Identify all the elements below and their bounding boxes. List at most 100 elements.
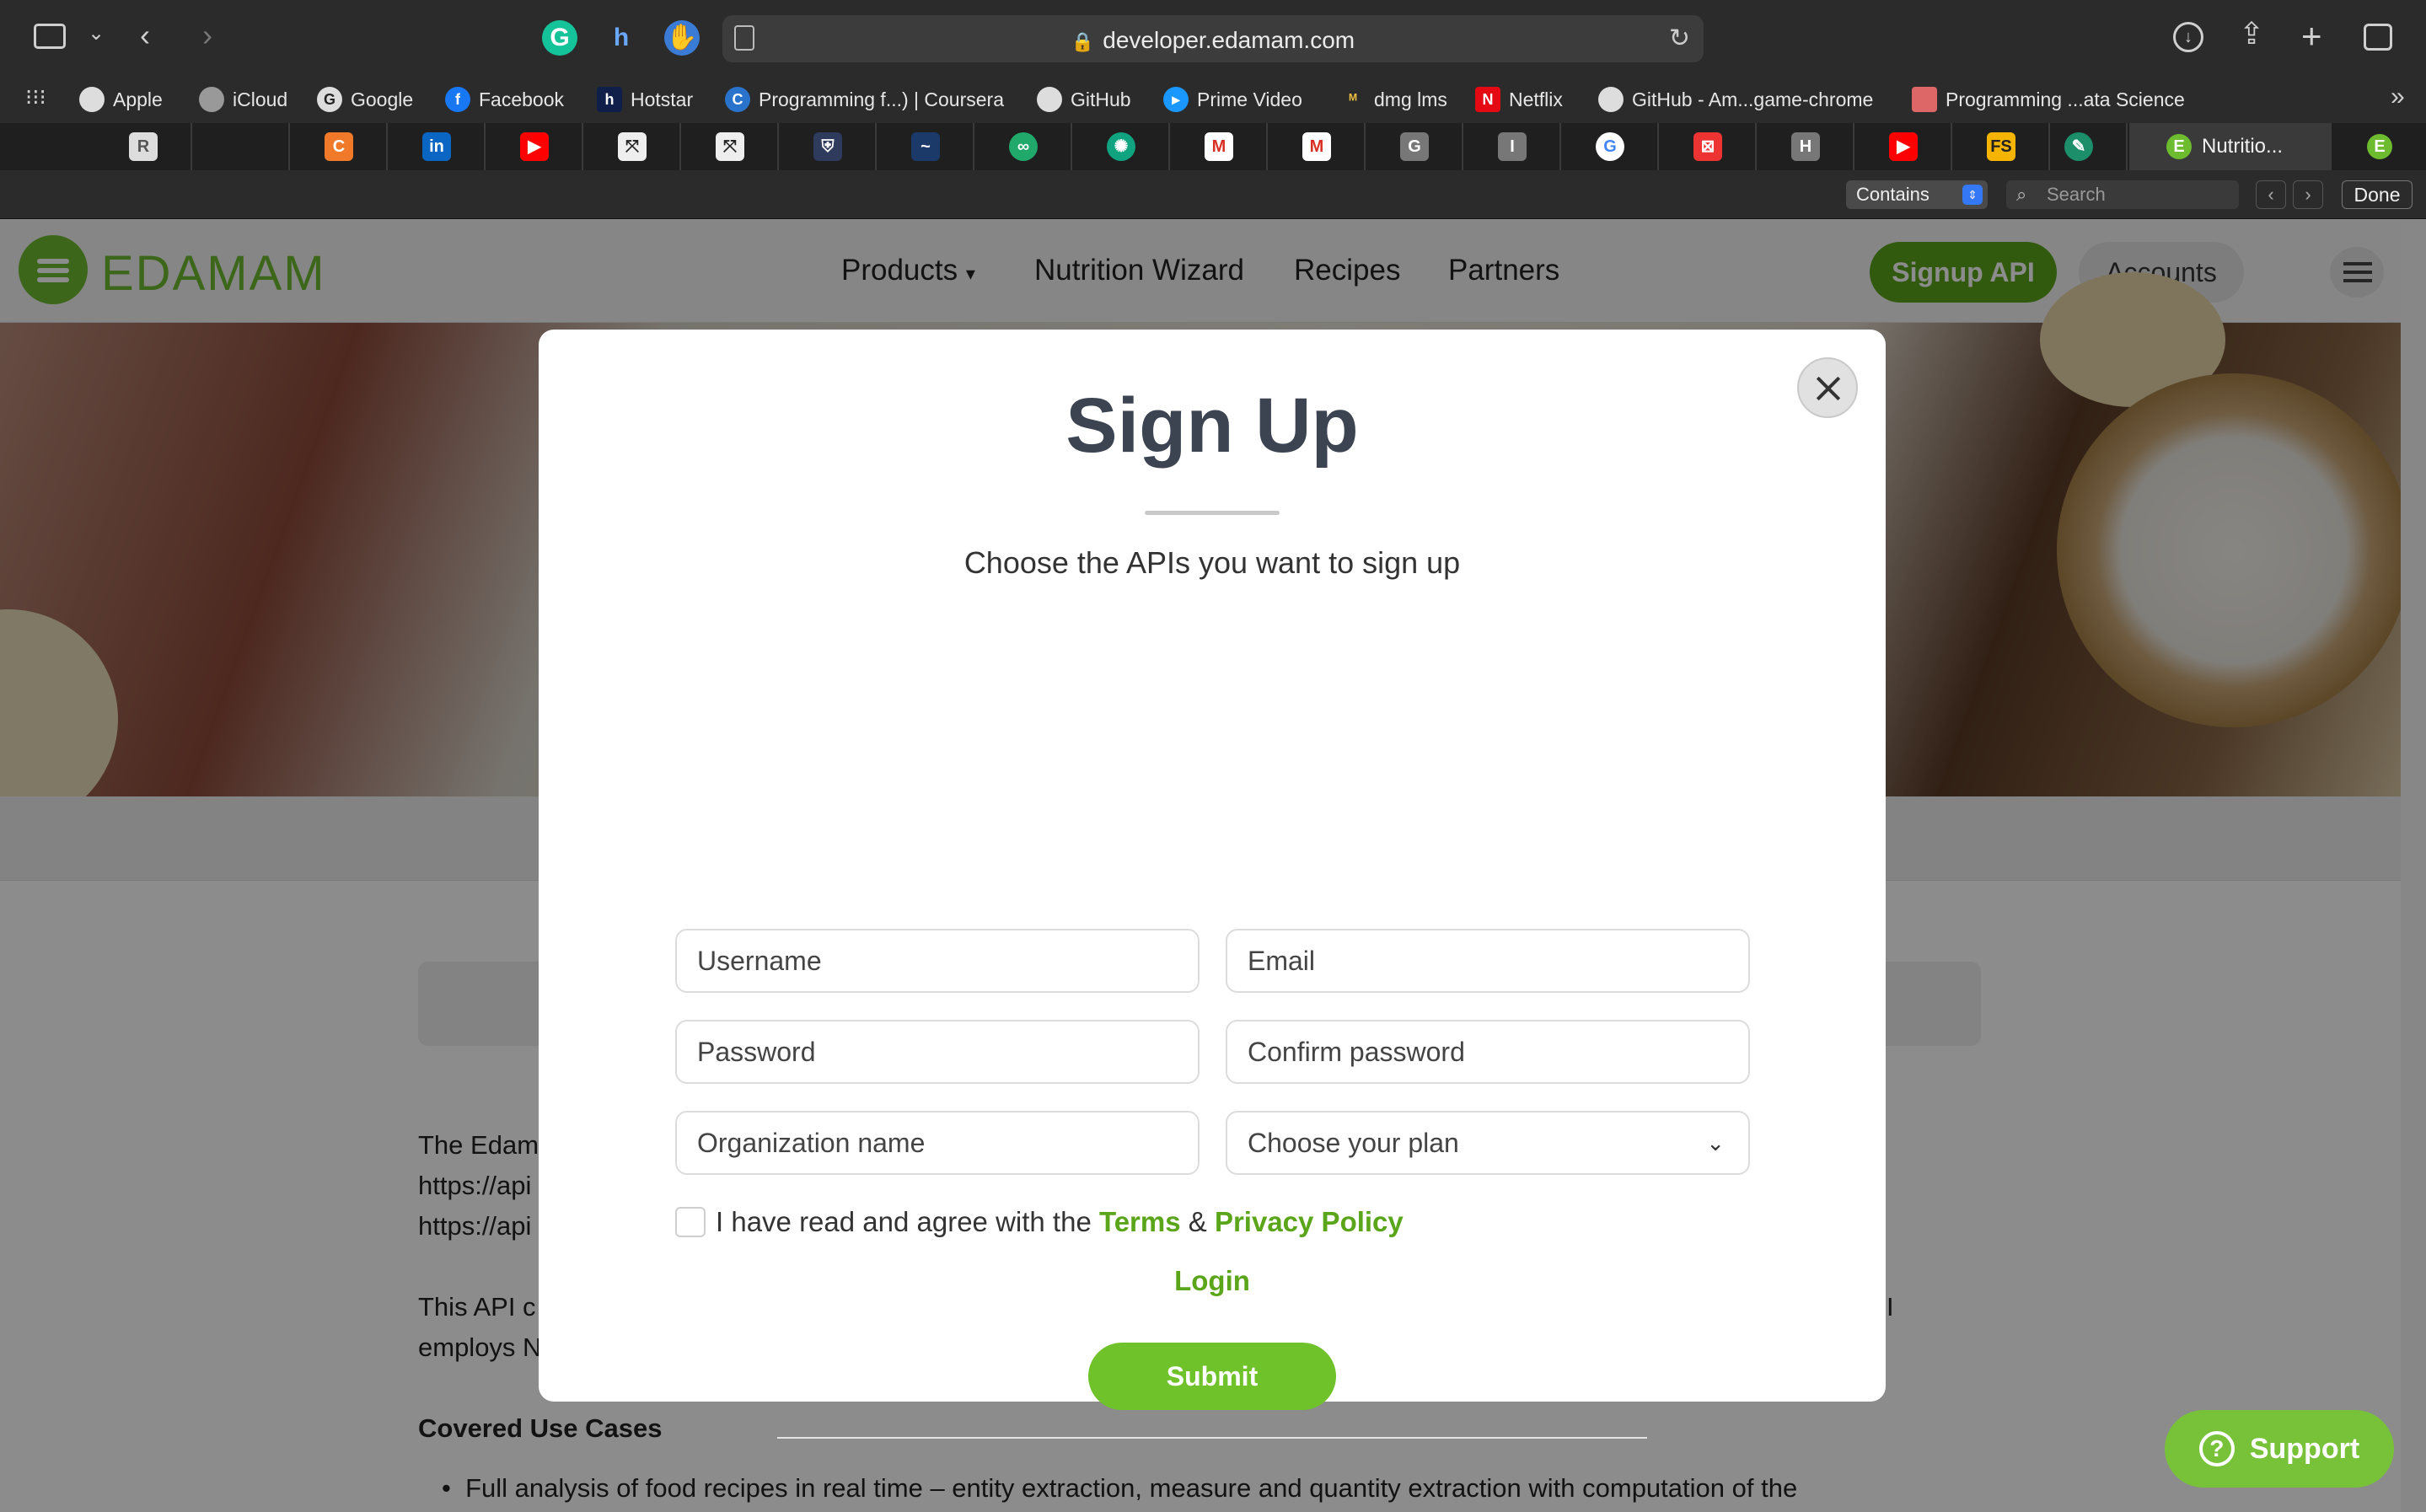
google-icon: G	[317, 87, 342, 112]
find-input[interactable]: ⌕ Search	[2006, 180, 2239, 209]
bookmark-github[interactable]: GitHub	[1037, 83, 1131, 116]
shield-icon: ⛨	[813, 132, 842, 161]
tab-1[interactable]: R	[96, 123, 192, 170]
chatgpt-icon: ✺	[1107, 132, 1135, 161]
chevron-down-icon[interactable]: ⌄	[88, 24, 105, 44]
bookmark-icloud[interactable]: iCloud	[199, 83, 287, 116]
email-field[interactable]	[1226, 929, 1750, 993]
gmail-icon: M	[1205, 132, 1233, 161]
youtube-icon: ▶	[1889, 132, 1918, 161]
address-bar[interactable]: 🔒 developer.edamam.com ↻	[722, 15, 1704, 62]
find-mode-select[interactable]: Contains ⇕	[1846, 180, 1988, 209]
tab-17[interactable]: ⊠	[1661, 123, 1757, 170]
tab-9[interactable]: ~	[878, 123, 974, 170]
gmail-icon: M	[1302, 132, 1331, 161]
tab-3[interactable]: C	[292, 123, 388, 170]
graph-icon: ⤧	[618, 132, 647, 161]
tab-19[interactable]: ▶	[1856, 123, 1952, 170]
tab-overview-icon[interactable]	[2364, 24, 2392, 51]
organization-field[interactable]	[675, 1111, 1200, 1175]
url-text: developer.edamam.com	[1103, 27, 1355, 53]
modal-title: Sign Up	[1065, 383, 1359, 469]
sidebar-toggle-icon[interactable]	[34, 24, 66, 49]
bookmark-apple[interactable]: Apple	[79, 83, 163, 116]
select-arrows-icon: ⇕	[1962, 185, 1983, 205]
login-link[interactable]: Login	[539, 1265, 1886, 1297]
confirm-password-field[interactable]	[1226, 1020, 1750, 1084]
find-previous-button[interactable]: ‹	[2256, 180, 2286, 209]
coursera-icon: C	[725, 87, 750, 112]
back-icon[interactable]: ‹	[140, 20, 150, 51]
tab-2[interactable]	[194, 123, 290, 170]
modal-subtitle: Choose the APIs you want to sign up	[963, 545, 1461, 580]
tab-22[interactable]: E	[2332, 123, 2426, 170]
support-button[interactable]: ? Support	[2165, 1410, 2394, 1488]
tab-18[interactable]: H	[1758, 123, 1854, 170]
more-bookmarks-icon[interactable]: »	[2391, 84, 2405, 110]
find-bar: Contains ⇕ ⌕ Search ‹ › Done	[0, 170, 2426, 219]
tab-8[interactable]: ⛨	[781, 123, 877, 170]
facebook-icon: f	[445, 87, 470, 112]
agree-checkbox[interactable]	[675, 1207, 706, 1237]
plan-select-value: Choose your plan	[1248, 1128, 1459, 1158]
bookmark-coursera[interactable]: C Programming f...) | Coursera	[725, 83, 1004, 116]
signup-modal: Sign Up Choose the APIs you want to sign…	[539, 330, 1886, 1439]
terms-link[interactable]: Terms	[1099, 1206, 1181, 1237]
bookmark-google[interactable]: G Google	[317, 83, 413, 116]
downloads-icon[interactable]: ↓	[2173, 22, 2203, 52]
linkedin-icon: in	[422, 132, 451, 161]
help-icon: ?	[2198, 1431, 2235, 1466]
tab-16[interactable]: G	[1563, 123, 1659, 170]
forward-icon[interactable]: ›	[202, 20, 212, 51]
tab-15[interactable]: I	[1465, 123, 1561, 170]
tab-5[interactable]: ▶	[487, 123, 583, 170]
tab-12[interactable]: M	[1172, 123, 1268, 170]
bookmark-icon	[1912, 87, 1937, 112]
bookmark-dmg-lms[interactable]: ᴹ dmg lms	[1340, 83, 1447, 116]
tab-6[interactable]: ⤧	[585, 123, 681, 170]
lock-icon: 🔒	[1071, 31, 1095, 52]
bookmark-data-science[interactable]: Programming ...ata Science	[1912, 83, 2185, 116]
privacy-policy-link[interactable]: Privacy Policy	[1215, 1206, 1404, 1237]
apple-icon	[79, 87, 105, 112]
tab-21[interactable]: ✎	[2032, 123, 2128, 170]
find-done-button[interactable]: Done	[2342, 180, 2413, 209]
new-tab-icon[interactable]: +	[2301, 19, 2322, 54]
fs-icon: FS	[1987, 132, 2015, 161]
grey-h-icon: H	[1791, 132, 1820, 161]
feather-icon: ✎	[2064, 132, 2093, 161]
edamam-icon: E	[2367, 134, 2392, 159]
github-icon	[1037, 87, 1062, 112]
github-icon	[1598, 87, 1624, 112]
blocker-extension-icon[interactable]: ✋	[664, 20, 700, 56]
share-icon[interactable]: ⇪	[2239, 19, 2264, 49]
reload-icon[interactable]: ↻	[1669, 24, 1690, 53]
tab-4[interactable]: in	[389, 123, 486, 170]
apple-icon	[199, 87, 224, 112]
tab-7[interactable]: ⤧	[683, 123, 779, 170]
password-field[interactable]	[675, 1020, 1200, 1084]
honey-extension-icon[interactable]: h	[604, 20, 639, 56]
username-field[interactable]	[675, 929, 1200, 993]
grey-g-icon: G	[1400, 132, 1429, 161]
edamam-icon: E	[2166, 134, 2192, 159]
bookmark-netflix[interactable]: N Netflix	[1475, 83, 1563, 116]
grammarly-extension-icon[interactable]: G	[542, 20, 577, 56]
bookmark-hotstar[interactable]: h Hotstar	[597, 83, 693, 116]
tab-10[interactable]: ∞	[976, 123, 1072, 170]
rx-icon: R	[129, 132, 158, 161]
page-viewport: EDAMAM Products ▾ Nutrition Wizard Recip…	[0, 220, 2426, 1512]
search-icon: ⌕	[2016, 184, 2027, 205]
bookmark-github-game[interactable]: GitHub - Am...game-chrome	[1598, 83, 1873, 116]
tab-active[interactable]: E Nutritio...	[2129, 123, 2332, 170]
bookmark-prime-video[interactable]: ▸ Prime Video	[1163, 83, 1302, 116]
submit-button[interactable]: Submit	[1088, 1343, 1336, 1410]
hotstar-icon: h	[597, 87, 622, 112]
tab-13[interactable]: M	[1269, 123, 1366, 170]
bookmark-facebook[interactable]: f Facebook	[445, 83, 564, 116]
tab-14[interactable]: G	[1367, 123, 1463, 170]
plan-select[interactable]: Choose your plan ⌄	[1226, 1111, 1750, 1175]
apps-grid-icon[interactable]: ⁝⁝⁝	[25, 86, 46, 108]
tab-11[interactable]: ✺	[1074, 123, 1170, 170]
find-next-button[interactable]: ›	[2293, 180, 2323, 209]
